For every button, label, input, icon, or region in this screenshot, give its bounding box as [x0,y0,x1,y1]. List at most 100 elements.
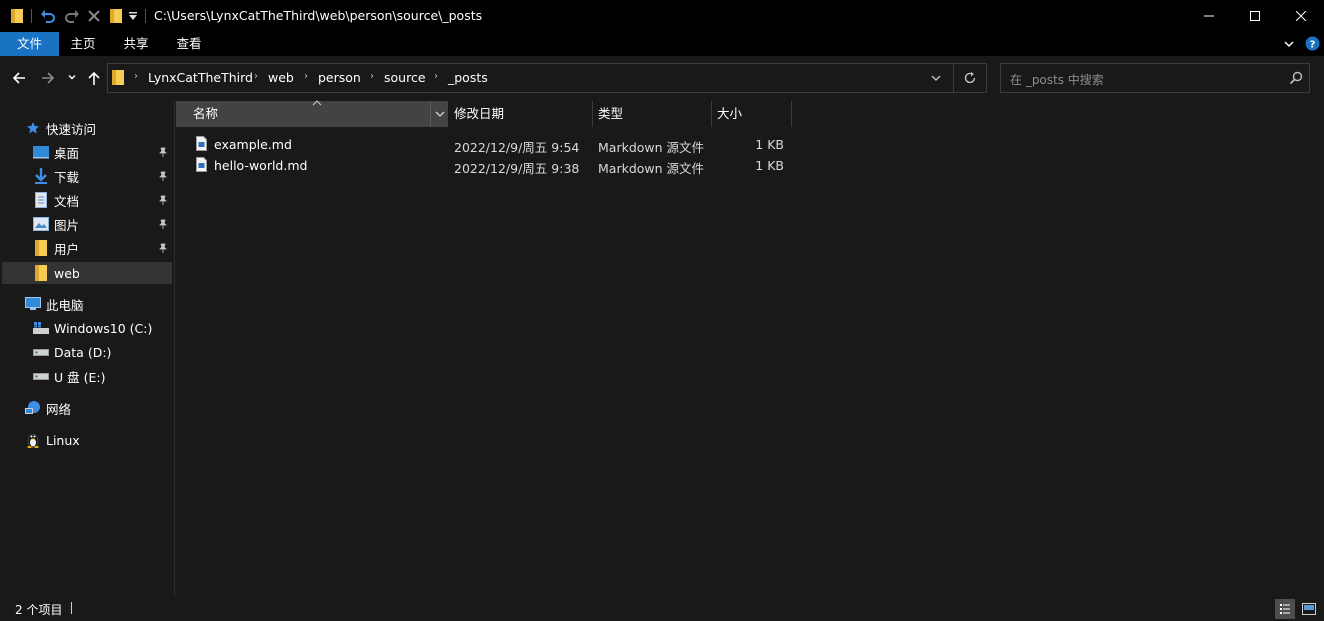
title-divider [145,9,146,23]
recent-locations-icon[interactable] [67,72,79,84]
status-bar [0,597,1324,621]
redo-icon[interactable] [63,7,81,25]
nav-label: 用户 [54,241,80,257]
network-icon [25,400,41,416]
file-name[interactable]: example.md [214,137,292,152]
pin-icon[interactable] [158,243,168,253]
nav-label: 桌面 [54,145,80,161]
nav-label: Data (D:) [54,344,112,360]
minimize-button[interactable] [1186,0,1232,32]
drive-icon [33,344,49,360]
breadcrumb-web[interactable]: web [268,70,294,85]
markdown-file-icon [196,136,208,152]
document-icon [33,192,49,208]
forward-button[interactable] [40,70,58,86]
close-button[interactable] [1278,0,1324,32]
breadcrumb-separator-icon: › [434,71,438,82]
file-size: 1 KB [755,137,784,152]
status-divider [71,602,72,614]
computer-icon [25,296,41,312]
nav-label: 下载 [54,169,80,185]
customize-qat-icon[interactable] [127,7,139,25]
usb-drive-icon [33,368,49,384]
nav-label: Windows10 (C:) [54,320,153,336]
undo-icon[interactable] [39,7,57,25]
column-header-size[interactable]: 大小 [711,101,791,127]
windows-drive-icon [33,320,49,336]
column-header-type[interactable]: 类型 [592,101,711,127]
column-filter-dropdown-icon[interactable] [430,101,449,127]
svg-text:?: ? [1310,40,1316,51]
tab-home[interactable]: 主页 [59,32,107,56]
nav-quick-access[interactable]: 快速访问 [25,117,96,139]
status-item-count: 2 个项目 [15,603,63,617]
search-icon[interactable] [1289,71,1303,85]
tab-file[interactable]: 文件 [0,32,59,56]
file-modified: 2022/12/9/周五 9:54 [454,140,580,155]
column-divider[interactable] [791,101,792,127]
tab-share[interactable]: 共享 [112,32,160,56]
maximize-button[interactable] [1232,0,1278,32]
nav-label: 网络 [46,401,72,417]
folder-icon [33,265,49,281]
breadcrumb-person[interactable]: person [318,70,361,85]
details-view-icon[interactable] [1275,599,1295,619]
download-icon [33,168,49,184]
breadcrumb-separator-icon: › [370,71,374,82]
nav-item-web[interactable]: web [33,262,173,284]
breadcrumb-lynxcatthethird[interactable]: LynxCatTheThird [148,70,253,85]
file-name[interactable]: hello-world.md [214,158,307,173]
expand-ribbon-icon[interactable] [1282,37,1296,51]
file-size: 1 KB [755,158,784,173]
nav-item-pictures[interactable]: 图片 [33,213,173,235]
nav-label: 此电脑 [46,297,84,313]
back-button[interactable] [11,70,29,86]
pin-icon[interactable] [158,195,168,205]
folder-app-icon[interactable] [9,7,25,25]
nav-drive-c[interactable]: Windows10 (C:) [33,317,152,339]
nav-network[interactable]: 网络 [25,397,71,419]
up-button[interactable] [86,70,102,86]
breadcrumb-source[interactable]: source [384,70,426,85]
nav-this-pc[interactable]: 此电脑 [25,293,84,315]
nav-drive-e[interactable]: U 盘 (E:) [33,365,105,387]
search-placeholder: 在 _posts 中搜索 [1010,73,1104,87]
nav-item-downloads[interactable]: 下载 [33,165,173,187]
qat-divider [31,9,32,23]
picture-icon [33,216,49,232]
large-icons-view-icon[interactable] [1299,599,1319,619]
help-icon[interactable]: ? [1305,36,1320,51]
nav-drive-d[interactable]: Data (D:) [33,341,111,363]
file-modified: 2022/12/9/周五 9:38 [454,161,580,176]
pin-icon[interactable] [158,219,168,229]
breadcrumb-separator-icon: › [304,71,308,82]
refresh-icon[interactable] [963,71,977,85]
nav-item-users[interactable]: 用户 [33,237,173,259]
sort-ascending-icon [312,100,324,108]
breadcrumb-posts[interactable]: _posts [448,70,488,85]
new-folder-icon[interactable] [108,7,124,25]
star-icon [25,120,41,136]
pin-icon[interactable] [158,171,168,181]
nav-label: 图片 [54,217,80,233]
folder-icon [112,69,126,86]
nav-label: 快速访问 [46,121,97,137]
nav-linux[interactable]: Linux [25,429,80,451]
pane-divider [174,100,175,597]
desktop-icon [33,144,49,160]
address-history-dropdown-icon[interactable] [930,72,944,84]
address-divider [953,63,954,93]
nav-item-desktop[interactable]: 桌面 [33,141,173,163]
column-header-modified[interactable]: 修改日期 [448,101,592,127]
breadcrumb-separator-icon: › [254,71,258,82]
file-type: Markdown 源文件 [598,161,705,176]
breadcrumb-separator-icon: › [134,71,138,82]
pin-icon[interactable] [158,147,168,157]
markdown-file-icon [196,157,208,173]
nav-label: web [54,265,80,281]
nav-label: Linux [46,432,80,448]
tab-view[interactable]: 查看 [165,32,213,56]
delete-icon[interactable] [86,7,102,25]
linux-penguin-icon [25,432,41,448]
nav-item-documents[interactable]: 文档 [33,189,173,211]
